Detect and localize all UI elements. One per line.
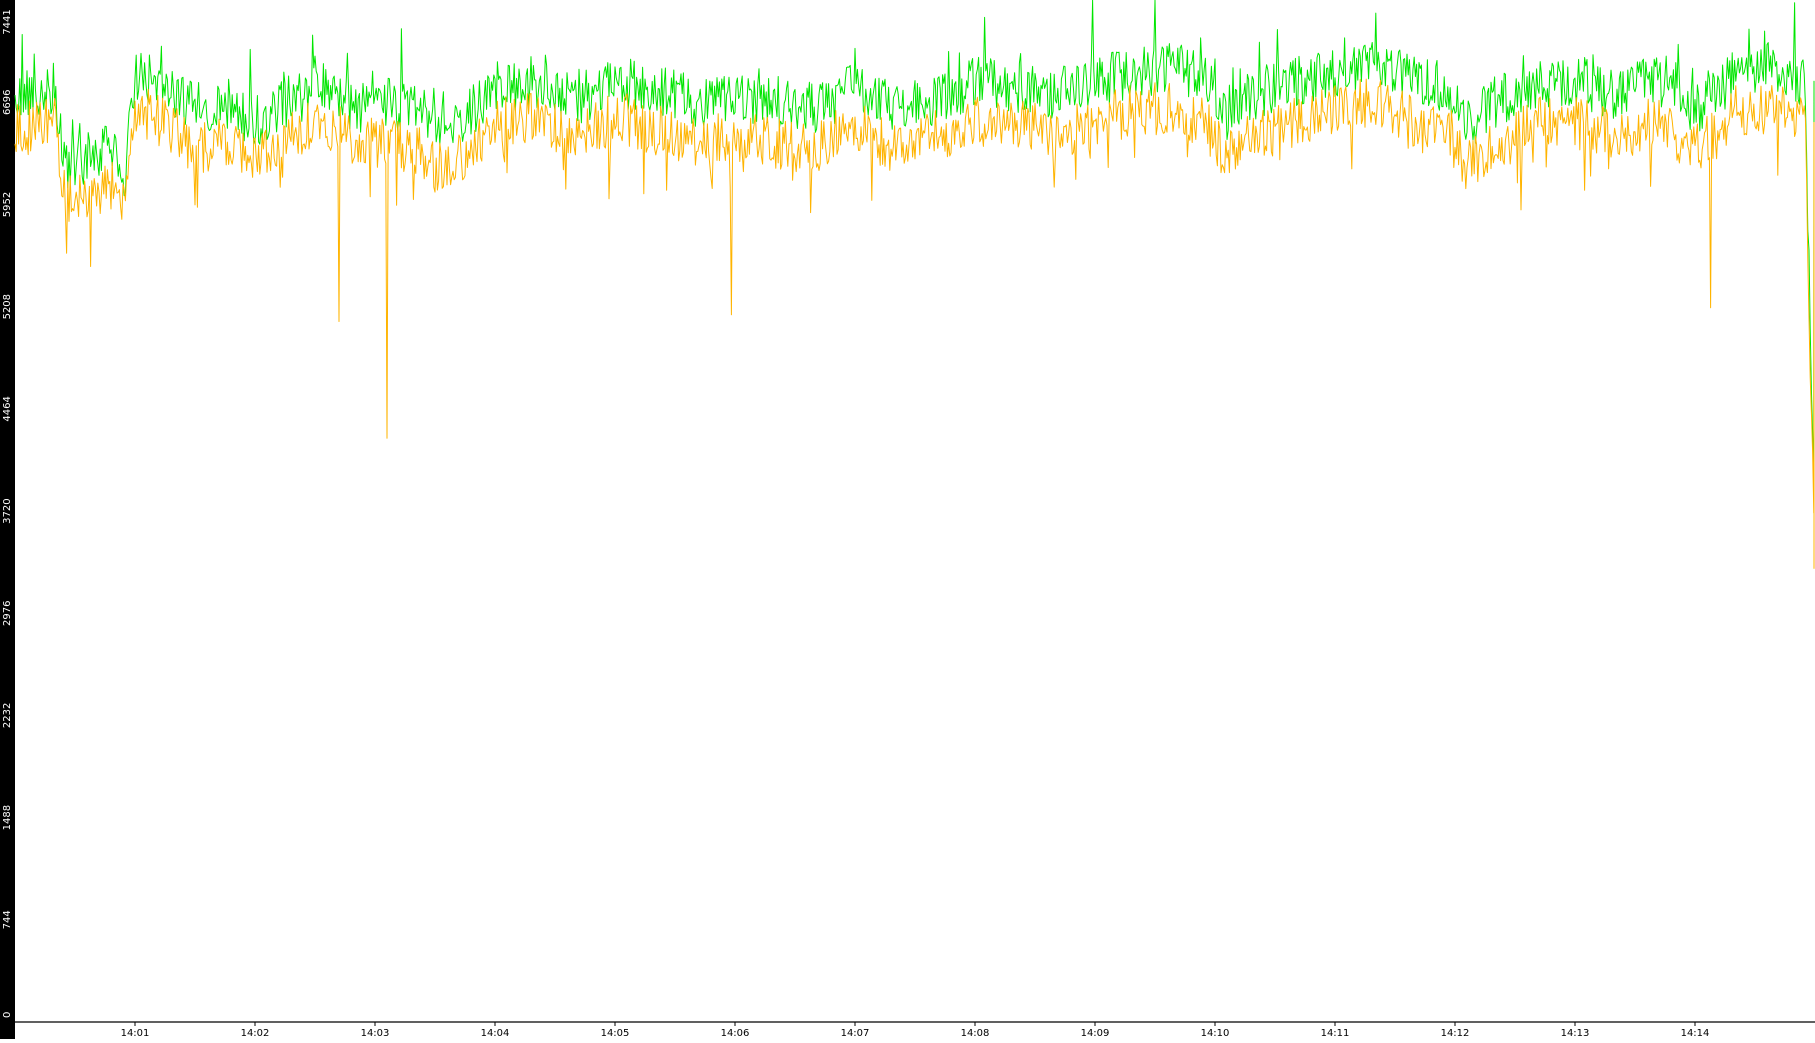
chart-svg: 0 744 1488 2232 2976 3720 4464 5208 5952 6696 7441… [0,0,1815,1039]
x-tick-label: 14:03 [361,1028,390,1039]
y-tick-label: 6696 [2,90,13,115]
y-tick-label: 1488 [2,805,13,830]
y-tick-label: 4464 [2,396,13,421]
x-tick-label: 14:08 [961,1028,990,1039]
x-tick-label: 14:05 [601,1028,630,1039]
x-tick-label: 14:14 [1681,1028,1710,1039]
x-tick-label: 14:02 [241,1028,270,1039]
x-tick-label: 14:06 [721,1028,750,1039]
y-tick-label: 744 [2,910,13,929]
y-tick-label: 7441 [2,9,13,34]
y-tick-label: 5952 [2,192,13,217]
x-tick-label: 14:13 [1561,1028,1590,1039]
x-tick-label: 14:04 [481,1028,510,1039]
x-tick-label: 14:09 [1081,1028,1110,1039]
line-chart: 0 744 1488 2232 2976 3720 4464 5208 5952 6696 7441… [0,0,1815,1039]
y-tick-label: 2232 [2,703,13,728]
y-tick-label: 2976 [2,601,13,626]
x-tick-label: 14:07 [841,1028,870,1039]
y-tick-label: 5208 [2,294,13,319]
y-tick-label: 3720 [2,498,13,523]
x-tick-label: 14:10 [1201,1028,1230,1039]
y-tick-label: 0 [2,1012,13,1018]
x-tick-label: 14:01 [121,1028,150,1039]
x-tick-label: 14:12 [1441,1028,1470,1039]
x-tick-label: 14:11 [1321,1028,1350,1039]
